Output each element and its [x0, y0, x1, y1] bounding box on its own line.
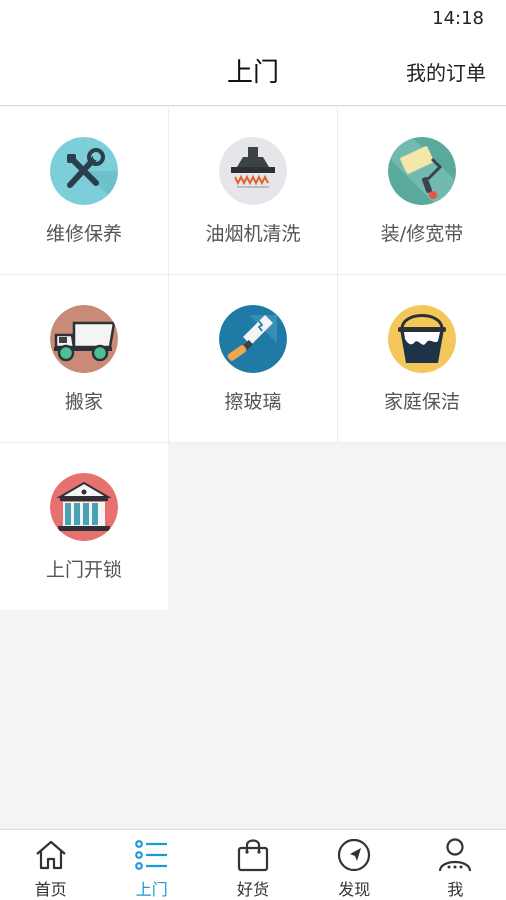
service-house-cleaning[interactable]: 家庭保洁 — [338, 275, 506, 442]
window-cleaning-icon — [219, 305, 287, 373]
tab-discover[interactable]: 发现 — [304, 830, 405, 900]
truck-icon — [50, 305, 118, 373]
service-locksmith[interactable]: 上门开锁 — [0, 443, 168, 610]
service-hood-cleaning[interactable]: 油烟机清洗 — [169, 107, 337, 274]
tab-home[interactable]: 首页 — [0, 830, 101, 900]
tab-me[interactable]: 我 — [405, 830, 506, 900]
bottom-tab-bar: 首页 上门 好货 发现 我 — [0, 829, 506, 900]
tab-label: 首页 — [34, 880, 67, 899]
wrench-screwdriver-icon — [50, 137, 118, 205]
range-hood-icon — [219, 137, 287, 205]
service-label: 擦玻璃 — [224, 391, 282, 413]
tab-label: 上门 — [135, 880, 168, 899]
service-window-cleaning[interactable]: 擦玻璃 — [169, 275, 337, 442]
service-repair[interactable]: 维修保养 — [0, 107, 168, 274]
tab-label: 好货 — [237, 880, 270, 899]
tab-shangmen[interactable]: 上门 — [101, 830, 202, 900]
my-orders-link[interactable]: 我的订单 — [406, 57, 486, 86]
tab-goods[interactable]: 好货 — [202, 830, 303, 900]
tab-label: 发现 — [338, 880, 371, 899]
service-label: 油烟机清洗 — [205, 223, 301, 245]
grid-divider — [0, 274, 506, 275]
header: 上门 我的订单 — [0, 38, 506, 106]
tab-label: 我 — [447, 880, 464, 899]
service-label: 维修保养 — [45, 223, 122, 245]
service-label: 搬家 — [64, 391, 103, 413]
home-icon — [35, 840, 66, 870]
compass-icon — [338, 838, 371, 872]
service-broadband[interactable]: 装/修宽带 — [338, 107, 506, 274]
service-moving[interactable]: 搬家 — [0, 275, 168, 442]
status-time: 14:18 — [432, 8, 484, 29]
user-icon — [439, 838, 472, 872]
status-bar: 14:18 — [0, 0, 506, 38]
service-label: 装/修宽带 — [380, 223, 464, 245]
building-icon — [50, 473, 118, 541]
paint-roller-icon — [388, 137, 456, 205]
grid-divider — [0, 442, 506, 443]
cleaning-bucket-icon — [388, 305, 456, 373]
service-label: 家庭保洁 — [383, 391, 460, 413]
shopping-bag-icon — [237, 839, 269, 872]
service-label: 上门开锁 — [45, 559, 122, 581]
list-icon — [134, 840, 167, 870]
